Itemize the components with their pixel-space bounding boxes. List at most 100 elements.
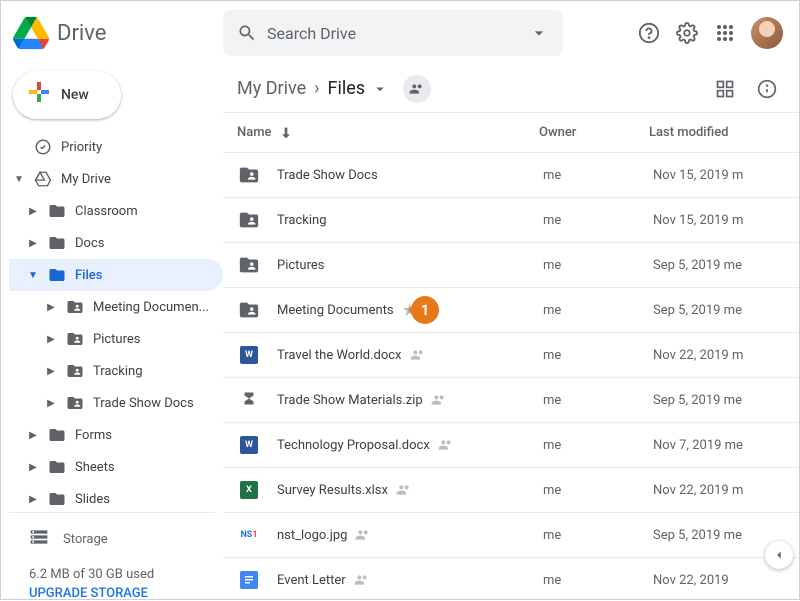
chevron-right-icon: ›: [314, 78, 319, 99]
file-name: Survey Results.xlsx: [277, 483, 388, 498]
app-name: Drive: [57, 21, 106, 46]
file-row[interactable]: Trade Show Materials.zipmeSep 5, 2019 me: [223, 378, 799, 423]
file-owner: me: [543, 483, 653, 498]
nav-pictures[interactable]: ▶Pictures: [9, 323, 223, 355]
file-list: Trade Show DocsmeNov 15, 2019 mTrackingm…: [223, 153, 799, 601]
drive-logo-icon: [13, 15, 49, 51]
file-modified: Nov 22, 2019: [653, 573, 783, 588]
file-name: Technology Proposal.docx: [277, 438, 430, 453]
shared-icon: [431, 392, 447, 408]
breadcrumb-root[interactable]: My Drive: [237, 78, 306, 99]
nav-sheets[interactable]: ▶Sheets: [9, 451, 223, 483]
file-name: Meeting Documents: [277, 303, 394, 318]
side-panel-toggle[interactable]: [765, 541, 793, 569]
nav-slides[interactable]: ▶Slides: [9, 483, 223, 506]
dropdown-icon[interactable]: [529, 23, 549, 43]
file-type-icon: X: [237, 478, 261, 502]
chevron-right-icon[interactable]: ▶: [45, 334, 57, 345]
priority-icon: [33, 138, 53, 156]
column-modified[interactable]: Last modified: [649, 125, 779, 140]
file-type-icon: [237, 208, 261, 232]
file-row[interactable]: XSurvey Results.xlsxmeNov 22, 2019 m: [223, 468, 799, 513]
info-icon[interactable]: [755, 77, 779, 101]
avatar[interactable]: [751, 17, 783, 49]
file-type-icon: W: [237, 343, 261, 367]
chevron-right-icon[interactable]: ▶: [27, 462, 39, 473]
chevron-right-icon[interactable]: ▶: [27, 430, 39, 441]
storage-used: 6.2 MB of 30 GB used: [29, 567, 223, 582]
file-name: Pictures: [277, 258, 324, 273]
nav-my-drive[interactable]: ▼ My Drive: [9, 163, 223, 195]
column-owner[interactable]: Owner: [539, 125, 649, 140]
new-button[interactable]: New: [13, 71, 121, 119]
folder-icon: [47, 458, 67, 476]
nav-priority[interactable]: Priority: [9, 131, 223, 163]
drive-icon: [33, 170, 53, 188]
file-row[interactable]: NS1nst_logo.jpgmeSep 5, 2019 me: [223, 513, 799, 558]
chevron-down-icon[interactable]: ▼: [27, 270, 39, 281]
header: Drive Search Drive: [1, 1, 799, 65]
file-owner: me: [543, 213, 653, 228]
file-row[interactable]: WTechnology Proposal.docxmeNov 7, 2019 m…: [223, 423, 799, 468]
nav-trade-show[interactable]: ▶Trade Show Docs: [9, 387, 223, 419]
dropdown-icon[interactable]: [371, 80, 389, 98]
file-row[interactable]: WTravel the World.docxmeNov 22, 2019 m: [223, 333, 799, 378]
nav-files[interactable]: ▼Files: [9, 259, 223, 291]
chevron-right-icon[interactable]: ▶: [27, 206, 39, 217]
nav-tracking[interactable]: ▶Tracking: [9, 355, 223, 387]
file-type-icon: [237, 253, 261, 277]
shared-icon: [396, 482, 412, 498]
nav-classroom[interactable]: ▶Classroom: [9, 195, 223, 227]
file-row[interactable]: Tracking meNov 15, 2019 m: [223, 198, 799, 243]
column-headers: Name Owner Last modified: [223, 113, 799, 153]
folder-shared-icon: [65, 298, 85, 316]
file-owner: me: [543, 528, 653, 543]
storage-label[interactable]: Storage: [63, 532, 108, 547]
settings-icon[interactable]: [675, 21, 699, 45]
file-modified: Sep 5, 2019 me: [653, 303, 783, 318]
nav-docs[interactable]: ▶Docs: [9, 227, 223, 259]
help-icon[interactable]: [637, 21, 661, 45]
chevron-right-icon[interactable]: ▶: [45, 302, 57, 313]
chevron-right-icon[interactable]: ▶: [45, 398, 57, 409]
apps-icon[interactable]: [713, 21, 737, 45]
chevron-right-icon[interactable]: ▶: [45, 366, 57, 377]
file-modified: Nov 15, 2019 m: [653, 213, 783, 228]
logo-area[interactable]: Drive: [13, 15, 223, 51]
file-owner: me: [543, 168, 653, 183]
folder-icon: [47, 234, 67, 252]
file-row[interactable]: PicturesmeSep 5, 2019 me: [223, 243, 799, 288]
storage-section: Storage 6.2 MB of 30 GB used UPGRADE STO…: [9, 519, 223, 601]
shared-icon: [438, 437, 454, 453]
shared-icon: [410, 347, 426, 363]
shared-icon: [354, 572, 370, 588]
folder-icon: [47, 490, 67, 506]
new-button-label: New: [61, 87, 89, 103]
chevron-down-icon[interactable]: ▼: [13, 174, 25, 185]
shared-indicator-icon[interactable]: [403, 75, 431, 103]
file-owner: me: [543, 348, 653, 363]
nav-forms[interactable]: ▶Forms: [9, 419, 223, 451]
folder-shared-icon: [65, 394, 85, 412]
file-type-icon: [237, 568, 261, 592]
column-name[interactable]: Name: [237, 125, 539, 141]
file-row[interactable]: Event LettermeNov 22, 2019: [223, 558, 799, 601]
file-type-icon: W: [237, 433, 261, 457]
upgrade-storage-link[interactable]: UPGRADE STORAGE: [29, 586, 223, 601]
search-input[interactable]: Search Drive: [223, 10, 563, 56]
file-modified: Sep 5, 2019 me: [653, 528, 783, 543]
file-name: Trade Show Docs: [277, 168, 378, 183]
file-row[interactable]: Meeting Documents★1meSep 5, 2019 me: [223, 288, 799, 333]
file-owner: me: [543, 303, 653, 318]
folder-icon: [47, 266, 67, 284]
nav-meeting-docs[interactable]: ▶Meeting Documen...: [9, 291, 223, 323]
file-name: Tracking: [277, 213, 327, 228]
chevron-right-icon[interactable]: ▶: [27, 494, 39, 505]
breadcrumb-current[interactable]: Files: [328, 78, 390, 99]
file-owner: me: [543, 438, 653, 453]
shared-icon: [355, 527, 371, 543]
content-area: My Drive › Files Name Owner Last modifie…: [223, 65, 799, 601]
grid-view-icon[interactable]: [713, 77, 737, 101]
file-row[interactable]: Trade Show DocsmeNov 15, 2019 m: [223, 153, 799, 198]
chevron-right-icon[interactable]: ▶: [27, 238, 39, 249]
